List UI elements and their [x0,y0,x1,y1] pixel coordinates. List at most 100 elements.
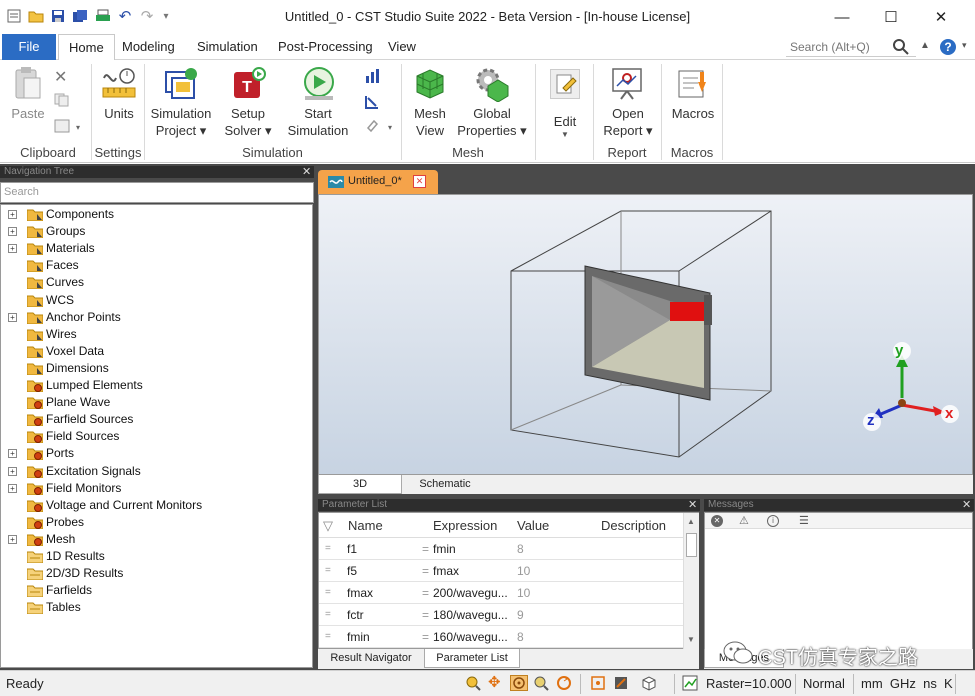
clear-messages-icon[interactable]: ☰ [799,514,809,527]
parameter-sweep-icon[interactable] [364,68,380,84]
units-icon[interactable] [102,66,136,100]
start-simulation-button[interactable]: Start Simulation [282,105,354,139]
tab-home[interactable]: Home [58,34,115,61]
logfile-icon[interactable]: ▾ [364,118,392,134]
tree-item[interactable]: WCS [1,292,311,309]
maximize-button[interactable]: ☐ [881,8,901,26]
tab-simulation[interactable]: Simulation [187,34,268,60]
status-raster[interactable]: Raster=10.000 [706,676,792,691]
tree-item[interactable]: Voxel Data [1,343,311,360]
column-description[interactable]: Description [601,513,666,538]
reset-view-icon[interactable] [590,675,606,691]
open-report-button[interactable]: Open Report ▾ [598,105,658,139]
macros-button[interactable]: Macros [665,105,721,122]
parameter-list-scrollbar[interactable]: ▲ ▼ [683,513,699,649]
setup-solver-button[interactable]: Setup Solver ▾ [220,105,276,139]
tree-item[interactable]: Curves [1,274,311,291]
nav-tree-search-input[interactable]: Search [0,182,314,203]
global-properties-icon[interactable] [474,66,510,103]
status-mode[interactable]: Normal [803,676,845,691]
tree-item[interactable]: Field Sources [1,428,311,445]
tree-item[interactable]: + Components [1,206,311,223]
3d-viewport[interactable]: y x z [318,194,973,475]
expand-icon[interactable]: + [8,210,17,219]
parameter-row[interactable]: = f5 = fmax 10 [319,560,699,582]
tree-item[interactable]: + Materials [1,240,311,257]
search-icon[interactable] [892,38,910,56]
tree-item[interactable]: + Excitation Signals [1,463,311,480]
optimizer-icon[interactable] [364,94,380,110]
tab-file[interactable]: File [2,34,56,60]
parameter-row[interactable]: = fmin = 160/wavegu... 8 [319,626,699,648]
tree-item[interactable]: + Mesh [1,531,311,548]
tree-item[interactable]: Wires [1,326,311,343]
expand-icon[interactable]: + [8,244,17,254]
pan-icon[interactable]: ✥ [488,675,504,691]
help-icon[interactable]: ? [938,37,958,57]
minimize-button[interactable]: — [832,8,852,26]
setup-solver-icon[interactable]: T [231,66,267,102]
view-cube-icon[interactable] [641,675,657,691]
expand-icon[interactable]: + [8,534,17,544]
cut-icon[interactable]: ✕ [54,67,67,87]
raster-icon[interactable] [682,675,698,691]
tab-modeling[interactable]: Modeling [112,34,185,60]
tree-item[interactable]: + Ports [1,445,311,462]
expand-icon[interactable]: + [8,312,17,322]
column-name[interactable]: Name [348,513,383,538]
edit-icon[interactable] [550,69,580,99]
parameter-row[interactable]: = fmax = 200/wavegu... 10 [319,582,699,604]
column-expression[interactable]: Expression [433,513,497,538]
tree-item[interactable]: + Groups [1,223,311,240]
tab-post-processing[interactable]: Post-Processing [268,34,383,60]
paste-icon[interactable] [12,66,44,102]
collapse-ribbon-icon[interactable]: ▲ [920,40,930,51]
expand-icon[interactable]: + [8,483,17,493]
edit-dropdown-icon[interactable]: ▼ [561,130,569,139]
tree-item[interactable]: Faces [1,257,311,274]
tab-view[interactable]: View [378,34,426,60]
parameter-list-close-icon[interactable]: ✕ [688,499,697,511]
expand-icon[interactable]: + [8,466,17,476]
simulation-project-icon[interactable] [163,66,199,102]
nav-tree-close-icon[interactable]: ✕ [302,166,311,178]
mesh-view-icon[interactable] [413,66,447,100]
mesh-view-button[interactable]: Mesh View [404,105,456,139]
tree-item[interactable]: Tables [1,599,311,616]
zoom-region-icon[interactable] [533,675,549,691]
help-dropdown-icon[interactable]: ▾ [962,40,967,51]
info-filter-icon[interactable]: i [767,515,779,527]
fit-view-icon[interactable] [613,675,629,691]
simulation-project-button[interactable]: Simulation Project ▾ [145,105,217,139]
tree-item[interactable]: 2D/3D Results [1,565,311,582]
warnings-filter-icon[interactable]: ⚠ [739,514,749,527]
tree-item[interactable]: + Field Monitors [1,480,311,497]
start-simulation-icon[interactable] [301,66,337,102]
tab-result-navigator[interactable]: Result Navigator [318,649,424,668]
copy-icon[interactable] [54,93,70,107]
units-button[interactable]: Units [98,105,140,122]
spin-icon[interactable] [556,675,572,691]
paste-button[interactable]: Paste [8,105,48,122]
tree-item[interactable]: Farfields [1,582,311,599]
open-report-icon[interactable] [610,66,644,100]
paste-special-icon[interactable]: ▾ [54,118,80,134]
rotate-icon[interactable] [510,675,528,691]
expand-icon[interactable]: + [8,449,17,459]
doc-tab-untitled[interactable]: Untitled_0* ✕ [318,170,438,194]
tree-item[interactable]: Probes [1,514,311,531]
filter-icon[interactable]: ▽ [323,513,333,538]
tab-parameter-list[interactable]: Parameter List [424,649,520,668]
column-value[interactable]: Value [517,513,549,538]
scroll-down-icon[interactable]: ▼ [687,635,695,644]
tree-item[interactable]: Dimensions [1,360,311,377]
tree-item[interactable]: Plane Wave [1,394,311,411]
tree-item[interactable]: 1D Results [1,548,311,565]
status-units[interactable]: mm GHz ns K [861,676,953,691]
tree-item[interactable]: Lumped Elements [1,377,311,394]
expand-icon[interactable]: + [8,227,17,237]
scroll-thumb[interactable] [686,533,697,557]
zoom-icon[interactable] [465,675,481,691]
tab-3d[interactable]: 3D [318,475,402,494]
tab-schematic[interactable]: Schematic [402,475,488,494]
